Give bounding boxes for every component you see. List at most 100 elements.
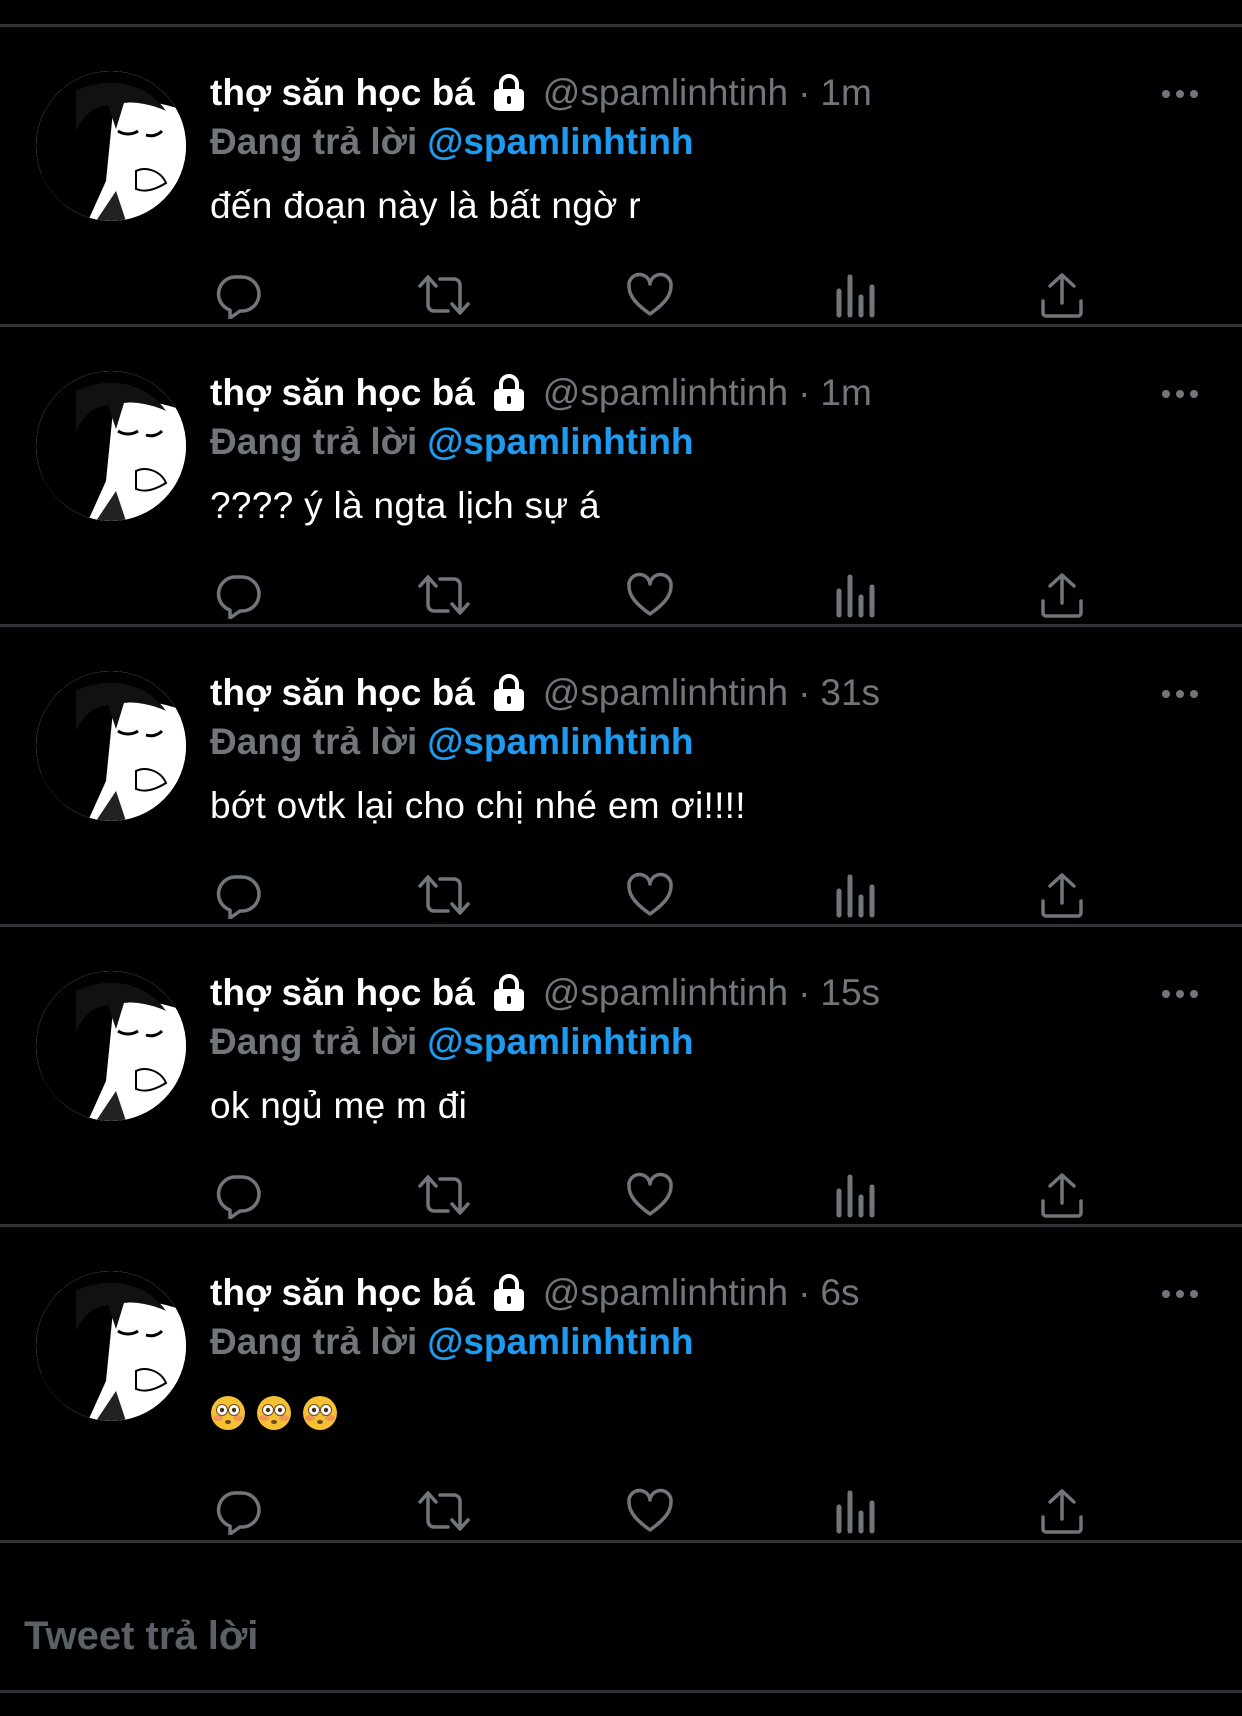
- timestamp[interactable]: 15s: [820, 972, 880, 1014]
- retweet-button[interactable]: [416, 267, 472, 323]
- avatar[interactable]: [36, 371, 186, 521]
- replying-to-handle[interactable]: @spamlinhtinh: [427, 421, 693, 463]
- like-button[interactable]: [622, 867, 678, 923]
- reply-button[interactable]: [210, 867, 266, 923]
- avatar[interactable]: [36, 1271, 186, 1421]
- retweet-button[interactable]: [416, 567, 472, 623]
- share-upload-icon: [1041, 573, 1083, 618]
- more-horizontal-icon: [1162, 690, 1198, 698]
- handle[interactable]: @spamlinhtinh: [543, 72, 788, 114]
- lock-icon: [491, 1273, 527, 1313]
- separator-dot: ·: [798, 372, 811, 413]
- more-options-button[interactable]: [1155, 979, 1205, 1009]
- views-button[interactable]: [828, 867, 884, 923]
- retweet-button[interactable]: [416, 867, 472, 923]
- display-name[interactable]: thợ săn học bá: [210, 72, 475, 114]
- display-name[interactable]: thợ săn học bá: [210, 972, 475, 1014]
- reply-input[interactable]: [24, 1606, 1204, 1666]
- avatar[interactable]: [36, 71, 186, 221]
- share-button[interactable]: [1034, 567, 1090, 623]
- more-options-button[interactable]: [1155, 679, 1205, 709]
- more-options-button[interactable]: [1155, 379, 1205, 409]
- replying-to-handle[interactable]: @spamlinhtinh: [427, 1021, 693, 1063]
- display-name[interactable]: thợ săn học bá: [210, 372, 475, 414]
- share-upload-icon: [1041, 1489, 1083, 1534]
- separator-dot: ·: [798, 72, 811, 113]
- reply-button[interactable]: [210, 1167, 266, 1223]
- tweet-text: ok ngủ mẹ m đi: [210, 1085, 468, 1126]
- more-horizontal-icon: [1162, 390, 1198, 398]
- tweet-header: thợ săn học bá @spamlinhtinh · 1m: [210, 368, 872, 418]
- retweet-icon: [418, 275, 470, 315]
- lock-icon: [491, 373, 527, 413]
- reply-bubble-icon: [216, 875, 261, 919]
- display-name[interactable]: thợ săn học bá: [210, 672, 475, 714]
- timestamp[interactable]: 6s: [820, 1272, 859, 1314]
- retweet-icon: [418, 1175, 470, 1215]
- reply-button[interactable]: [210, 1483, 266, 1539]
- more-horizontal-icon: [1162, 1290, 1198, 1298]
- views-button[interactable]: [828, 267, 884, 323]
- timestamp[interactable]: 31s: [820, 672, 880, 714]
- flushed-face-emoji: [303, 1396, 337, 1430]
- heart-icon: [627, 272, 673, 316]
- replying-to: Đang trả lời @spamlinhtinh: [210, 1017, 694, 1067]
- more-options-button[interactable]: [1155, 79, 1205, 109]
- avatar[interactable]: [36, 671, 186, 821]
- reply-button[interactable]: [210, 267, 266, 323]
- replying-to-handle[interactable]: @spamlinhtinh: [427, 1321, 693, 1363]
- tweet[interactable]: thợ săn học bá @spamlinhtinh · 15s Đang …: [0, 927, 1242, 1227]
- timestamp[interactable]: 1m: [820, 72, 871, 114]
- reply-bubble-icon: [216, 1491, 261, 1535]
- like-button[interactable]: [622, 267, 678, 323]
- retweet-button[interactable]: [416, 1483, 472, 1539]
- tweet-actions: [210, 567, 1090, 623]
- avatar[interactable]: [36, 971, 186, 1121]
- more-horizontal-icon: [1162, 990, 1198, 998]
- like-button[interactable]: [622, 1167, 678, 1223]
- tweet[interactable]: thợ săn học bá @spamlinhtinh · 31s Đang …: [0, 627, 1242, 927]
- like-button[interactable]: [622, 1483, 678, 1539]
- tweet-actions: [210, 267, 1090, 323]
- lock-icon: [491, 673, 527, 713]
- replying-to: Đang trả lời @spamlinhtinh: [210, 717, 694, 767]
- lock-icon: [491, 73, 527, 113]
- heart-icon: [627, 1172, 673, 1216]
- tweet-text: ???? ý là ngta lịch sự á: [210, 485, 600, 526]
- replying-to-label: Đang trả lời: [210, 721, 418, 762]
- tweet[interactable]: thợ săn học bá @spamlinhtinh · 1m Đang t…: [0, 327, 1242, 627]
- share-button[interactable]: [1034, 1483, 1090, 1539]
- heart-icon: [627, 872, 673, 916]
- handle[interactable]: @spamlinhtinh: [543, 372, 788, 414]
- tweet[interactable]: thợ săn học bá @spamlinhtinh · 6s Đang t…: [0, 1227, 1242, 1543]
- share-button[interactable]: [1034, 267, 1090, 323]
- lock-icon: [491, 973, 527, 1013]
- tweet-header: thợ săn học bá @spamlinhtinh · 6s: [210, 1268, 859, 1318]
- replying-to-handle[interactable]: @spamlinhtinh: [427, 121, 693, 163]
- display-name[interactable]: thợ săn học bá: [210, 1272, 475, 1314]
- tweet-actions: [210, 1167, 1090, 1223]
- avatar-illustration: [36, 1271, 186, 1421]
- handle[interactable]: @spamlinhtinh: [543, 972, 788, 1014]
- share-button[interactable]: [1034, 867, 1090, 923]
- retweet-button[interactable]: [416, 1167, 472, 1223]
- separator-dot: ·: [798, 1272, 811, 1313]
- share-upload-icon: [1041, 1173, 1083, 1218]
- views-button[interactable]: [828, 1167, 884, 1223]
- replying-to: Đang trả lời @spamlinhtinh: [210, 417, 694, 467]
- like-button[interactable]: [622, 567, 678, 623]
- views-button[interactable]: [828, 567, 884, 623]
- tweet-header: thợ săn học bá @spamlinhtinh · 31s: [210, 668, 880, 718]
- share-button[interactable]: [1034, 1167, 1090, 1223]
- handle[interactable]: @spamlinhtinh: [543, 1272, 788, 1314]
- heart-icon: [627, 1488, 673, 1532]
- replying-to-handle[interactable]: @spamlinhtinh: [427, 721, 693, 763]
- reply-button[interactable]: [210, 567, 266, 623]
- more-options-button[interactable]: [1155, 1279, 1205, 1309]
- handle[interactable]: @spamlinhtinh: [543, 672, 788, 714]
- replying-to-label: Đang trả lời: [210, 1321, 418, 1362]
- tweet[interactable]: thợ săn học bá @spamlinhtinh · 1m Đang t…: [0, 27, 1242, 327]
- views-button[interactable]: [828, 1483, 884, 1539]
- timestamp[interactable]: 1m: [820, 372, 871, 414]
- flushed-face-emoji: [257, 1396, 291, 1430]
